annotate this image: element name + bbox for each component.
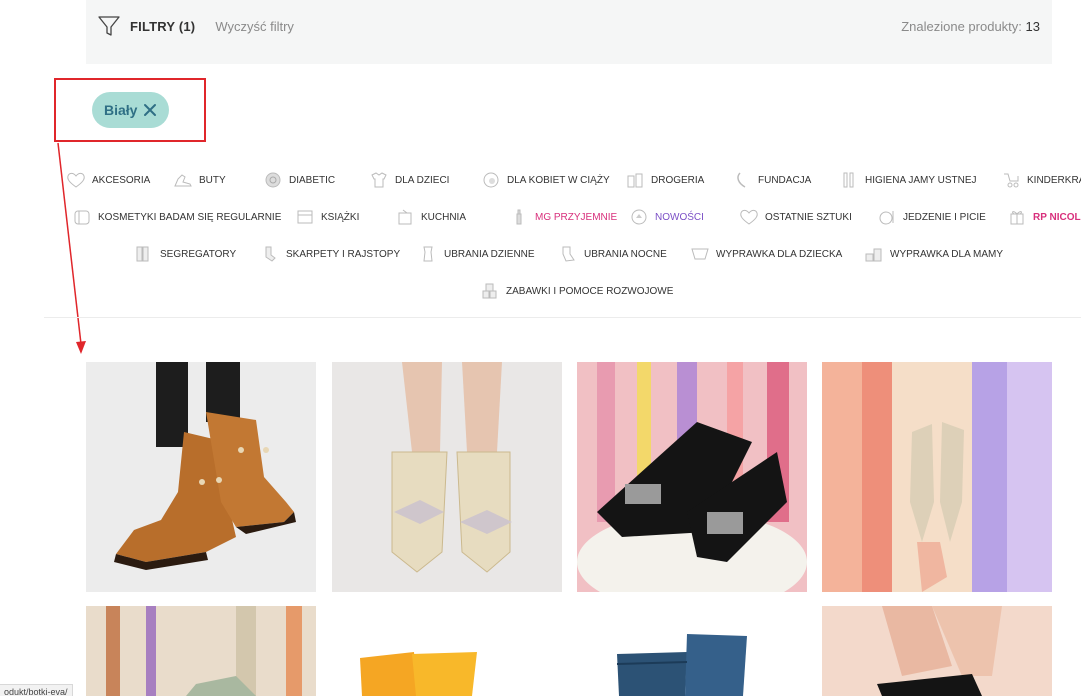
filter-bar: FILTRY (1) Wyczyść filtry Znalezione pro… xyxy=(86,0,1052,64)
book-icon xyxy=(295,208,315,226)
category-dla-kobiet-w-ciazy[interactable]: DLA KOBIET W CIĄŻY xyxy=(481,171,611,189)
category-kuchnia[interactable]: KUCHNIA xyxy=(395,208,483,226)
mother-kit-icon xyxy=(864,245,884,263)
products-found-label: Znalezione produkty: xyxy=(901,18,1022,34)
product-image xyxy=(577,606,807,696)
stroller-icon xyxy=(1001,171,1021,189)
product-card-black-bow-flats[interactable] xyxy=(577,362,807,592)
category-skarpety-i-rajstopy[interactable]: SKARPETY I RAJSTOPY xyxy=(260,245,408,263)
category-buty[interactable]: BUTY xyxy=(173,171,253,189)
active-filter-label: Biały xyxy=(104,102,138,118)
remove-filter-icon[interactable] xyxy=(143,103,157,117)
pregnancy-icon xyxy=(481,171,501,189)
category-diabetic[interactable]: DIABETIC xyxy=(263,171,359,189)
status-bar-url: odukt/botki-eva/ xyxy=(0,684,73,696)
clear-filters-link[interactable]: Wyczyść filtry xyxy=(215,19,294,34)
category-higiena-jamy-ustnej[interactable]: HIGIENA JAMY USTNEJ xyxy=(839,171,991,189)
category-row-3: SEGREGATORY SKARPETY I RAJSTOPY UBRANIA … xyxy=(134,245,1003,263)
category-kinderkraft[interactable]: KINDERKRAFT xyxy=(1001,171,1081,189)
category-zabawki[interactable]: ZABAWKI I POMOCE ROZWOJOWE xyxy=(480,282,673,300)
product-image xyxy=(332,606,562,696)
product-image xyxy=(86,362,316,592)
product-card-suede-ankle-boots[interactable] xyxy=(86,362,316,592)
sock-icon xyxy=(260,245,280,263)
category-akcesoria[interactable]: AKCESORIA xyxy=(66,171,163,189)
filters-toggle[interactable]: FILTRY (1) xyxy=(130,19,195,34)
bottles-icon xyxy=(625,171,645,189)
cosmetics-icon xyxy=(72,208,92,226)
product-image xyxy=(822,606,1052,696)
category-row-1: AKCESORIA BUTY DIABETIC DLA DZIECI DLA K… xyxy=(66,171,1081,189)
category-wyprawka-dla-mamy[interactable]: WYPRAWKA DLA MAMY xyxy=(864,245,1003,263)
shoe-icon xyxy=(173,171,193,189)
product-card-black-sandals[interactable] xyxy=(822,606,1052,696)
products-found: Znalezione produkty: 13 xyxy=(901,19,1040,34)
category-ubrania-dzienne[interactable]: UBRANIA DZIENNE xyxy=(418,245,548,263)
category-rp-nicole[interactable]: RP NICOLE xyxy=(1007,208,1081,226)
food-icon xyxy=(877,208,897,226)
category-segregatory[interactable]: SEGREGATORY xyxy=(134,245,250,263)
product-image xyxy=(86,606,316,696)
category-row-4: ZABAWKI I POMOCE ROZWOJOWE xyxy=(480,282,673,300)
category-jedzenie-i-picie[interactable]: JEDZENIE I PICIE xyxy=(877,208,997,226)
category-kosmetyki[interactable]: KOSMETYKI BADAM SIĘ REGULARNIE xyxy=(72,208,287,226)
ribbon-icon xyxy=(732,171,752,189)
nightwear-icon xyxy=(558,245,578,263)
product-card-beige-heels[interactable] xyxy=(822,362,1052,592)
section-divider xyxy=(44,317,1081,318)
category-row-2: KOSMETYKI BADAM SIĘ REGULARNIE KSIĄŻKI K… xyxy=(72,208,1081,226)
category-ksiazki[interactable]: KSIĄŻKI xyxy=(295,208,385,226)
product-card-gold-ballerinas[interactable] xyxy=(332,362,562,592)
gift-icon xyxy=(1007,208,1027,226)
category-nowosci[interactable]: NOWOŚCI xyxy=(629,208,729,226)
category-dla-dzieci[interactable]: DLA DZIECI xyxy=(369,171,471,189)
clothes-icon xyxy=(418,245,438,263)
toothbrush-icon xyxy=(839,171,859,189)
product-card-green-sandals[interactable] xyxy=(86,606,316,696)
product-image xyxy=(822,362,1052,592)
toy-blocks-icon xyxy=(480,282,500,300)
category-mg-przyjemnie[interactable]: MG PRZYJEMNIE xyxy=(509,208,621,226)
bottle-icon xyxy=(509,208,529,226)
products-found-count: 13 xyxy=(1025,18,1040,34)
filter-funnel-icon[interactable] xyxy=(98,15,120,37)
category-ubrania-nocne[interactable]: UBRANIA NOCNE xyxy=(558,245,680,263)
category-drogeria[interactable]: DROGERIA xyxy=(625,171,720,189)
category-ostatnie-sztuki[interactable]: OSTATNIE SZTUKI xyxy=(739,208,867,226)
kitchen-icon xyxy=(395,208,415,226)
product-image xyxy=(332,362,562,592)
product-image xyxy=(577,362,807,592)
diaper-icon xyxy=(690,245,710,263)
onesie-icon xyxy=(369,171,389,189)
category-wyprawka-dla-dziecka[interactable]: WYPRAWKA DLA DZIECKA xyxy=(690,245,856,263)
heart-icon xyxy=(66,171,86,189)
binder-icon xyxy=(134,245,154,263)
category-fundacja[interactable]: FUNDACJA xyxy=(732,171,827,189)
product-card-yellow-rain-boots[interactable] xyxy=(332,606,562,696)
new-badge-icon xyxy=(629,208,649,226)
heart-outline-icon xyxy=(739,208,759,226)
product-card-navy-rain-boots[interactable] xyxy=(577,606,807,696)
diabetic-icon xyxy=(263,171,283,189)
active-filter-chip[interactable]: Biały xyxy=(92,92,169,128)
